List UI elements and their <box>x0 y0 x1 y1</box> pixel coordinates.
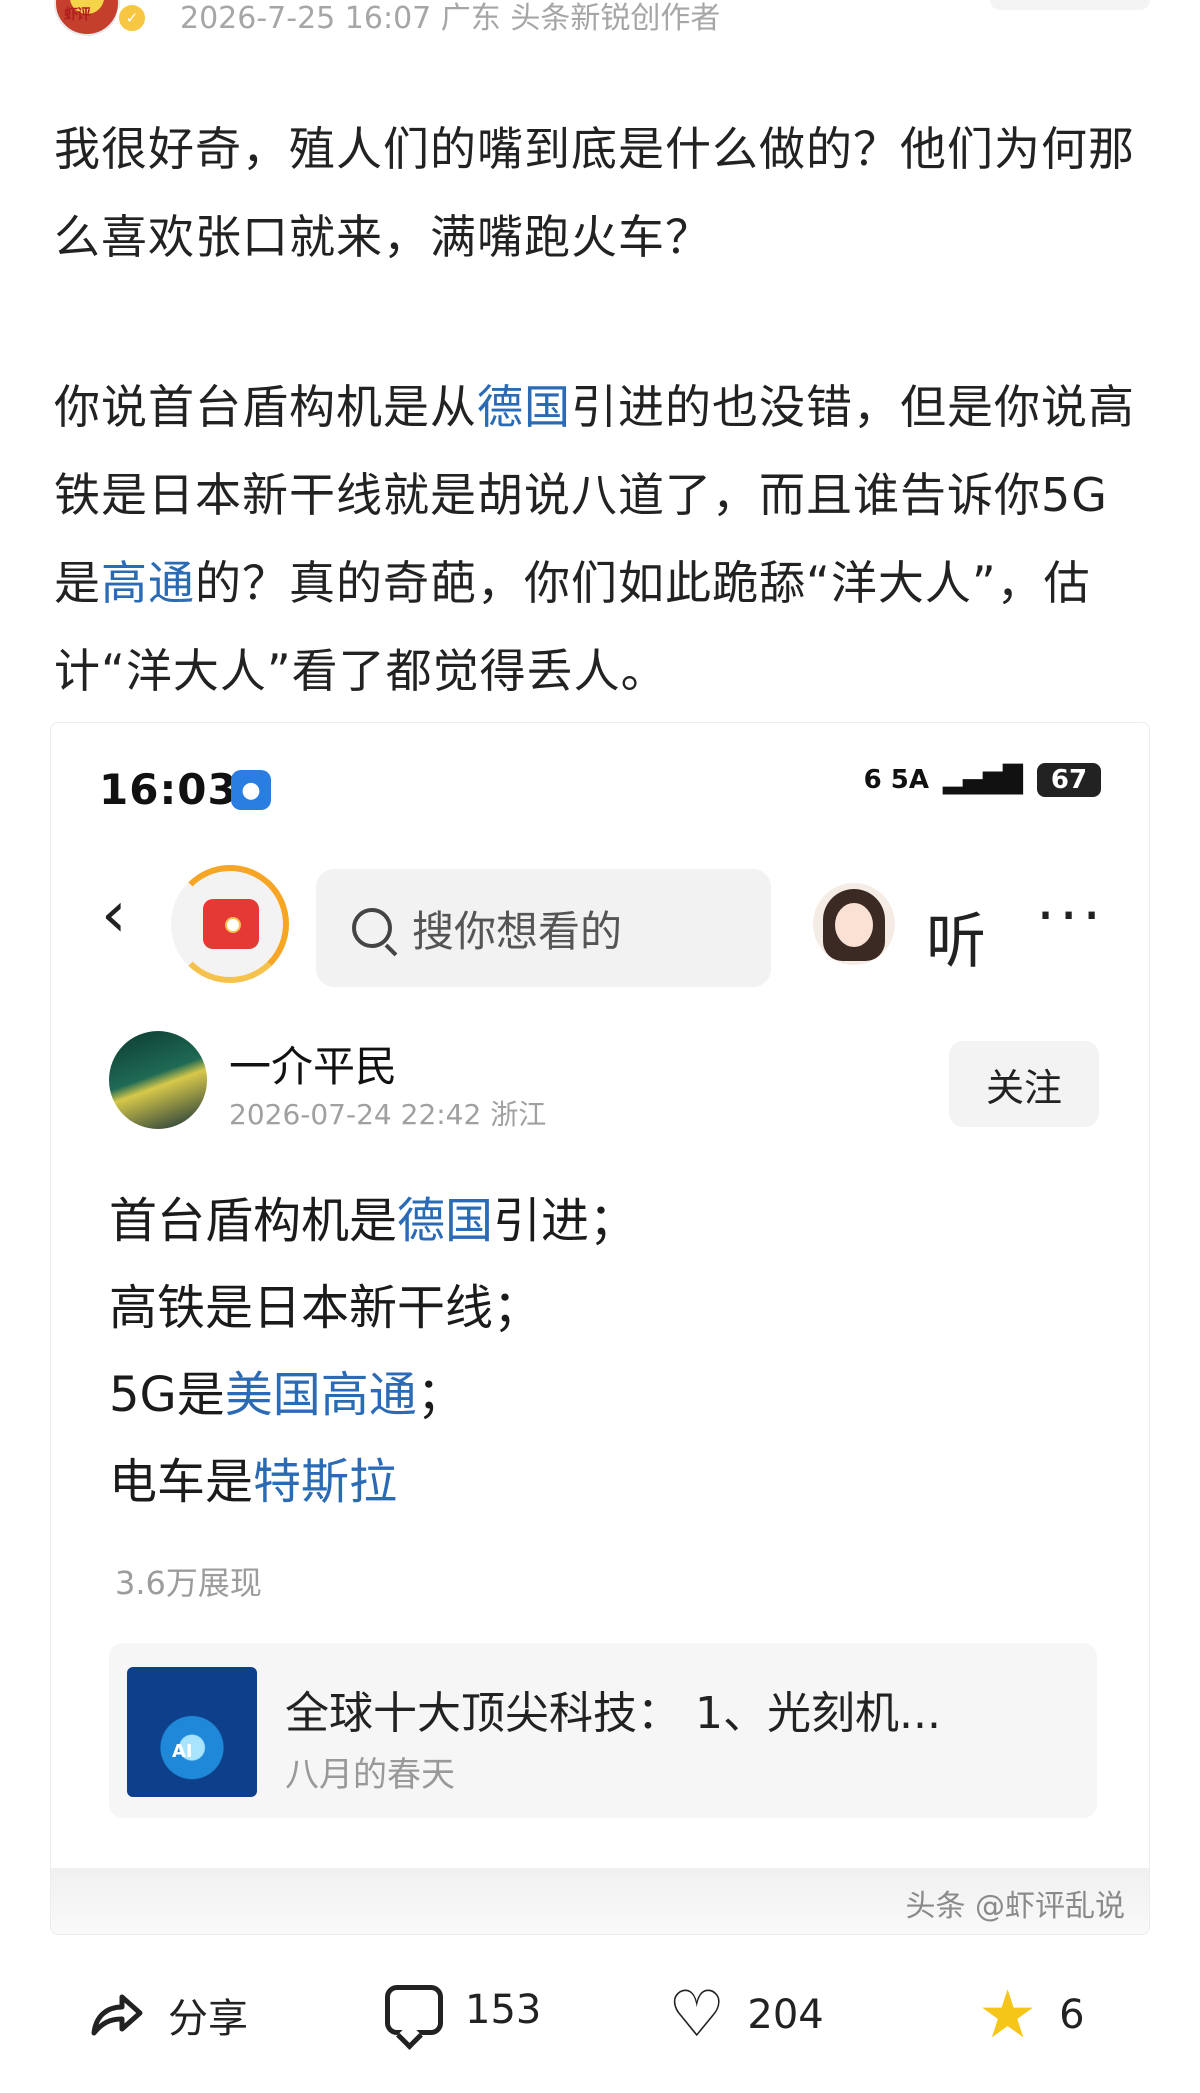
author-header: 一介平民 2026-07-24 22:42 浙江 关注 <box>109 1031 1109 1141</box>
status-time: 16:03 <box>99 765 238 814</box>
like-count: 204 <box>747 1992 824 2038</box>
app-notification-icon: ● <box>231 770 271 810</box>
watermark: 头条 @虾评乱说 <box>905 1889 1125 1924</box>
signal-bars-icon: ▂▄▆█ <box>943 765 1023 795</box>
bottom-action-bar: 分享 153 ♡ 204 ★ 6 <box>0 1976 1200 2065</box>
assistant-avatar-icon[interactable] <box>813 883 895 965</box>
thumbnail-label: AI <box>172 1741 193 1762</box>
star-icon: ★ <box>978 1976 1038 2053</box>
author-avatar[interactable]: 虾评 <box>54 0 120 36</box>
post-text: 首台盾构机是 <box>109 1193 398 1249</box>
recommended-author: 八月的春天 <box>285 1755 455 1795</box>
avatar-text: 虾评 <box>64 7 91 23</box>
comment-icon <box>385 1985 443 2035</box>
recommended-article-card[interactable]: AI 全球十大顶尖科技： 1、光刻机... 八月的春天 <box>109 1643 1097 1818</box>
post-text: 引进； <box>493 1193 638 1249</box>
heart-icon: ♡ <box>668 1978 726 2052</box>
share-icon <box>91 1994 143 2036</box>
signal-icon: 6 5A <box>863 765 930 795</box>
article-text: 的？真的奇葩，你们如此跪舔“洋大人”，估计“洋大人”看了都觉得丢人。 <box>54 556 1091 698</box>
keyword-link-germany[interactable]: 德国 <box>397 1193 493 1249</box>
search-icon <box>352 908 392 948</box>
favorite-button[interactable]: ★ 6 <box>978 1976 1085 2053</box>
article-paragraph-2: 你说首台盾构机是从德国引进的也没错，但是你说高铁是日本新干线就是胡说八道了，而且… <box>54 363 1154 715</box>
comment-count: 153 <box>465 1987 542 2033</box>
app-navbar: ‹ 搜你想看的 听 ··· <box>51 853 1149 987</box>
post-text: 5G是 <box>109 1367 225 1423</box>
author-avatar[interactable] <box>109 1031 207 1129</box>
post-text: 电车是 <box>109 1454 254 1510</box>
battery-icon: 67 <box>1037 763 1101 797</box>
favorite-count: 6 <box>1059 1992 1085 2038</box>
search-placeholder: 搜你想看的 <box>412 906 623 956</box>
follow-button[interactable]: 关注 <box>949 1041 1099 1127</box>
keyword-link-tesla[interactable]: 特斯拉 <box>253 1454 397 1510</box>
status-indicators: 6 5A ▂▄▆█ 67 <box>864 763 1101 797</box>
embedded-post-body: 首台盾构机是德国引进； 高铁是日本新干线； 5G是美国高通； 电车是特斯拉 <box>109 1178 637 1526</box>
share-button[interactable]: 分享 <box>86 1985 248 2045</box>
author-time: 2026-07-24 22:42 浙江 <box>229 1098 547 1131</box>
article-body: 我很好奇，殖人们的嘴到底是什么做的？他们为何那么喜欢张口就来，满嘴跑火车？ 你说… <box>54 105 1154 797</box>
share-label: 分享 <box>168 1996 248 2042</box>
recommended-title: 全球十大顶尖科技： 1、光刻机... <box>285 1688 941 1739</box>
search-input[interactable]: 搜你想看的 <box>316 869 771 987</box>
keyword-link-germany[interactable]: 德国 <box>477 380 571 434</box>
article-text: 你说首台盾构机是从 <box>54 380 477 434</box>
keyword-link-us-qualcomm[interactable]: 美国高通 <box>225 1367 417 1423</box>
view-count: 3.6万展现 <box>115 1564 262 1602</box>
post-line: 5G是美国高通； <box>109 1352 637 1439</box>
red-packet-icon[interactable] <box>171 865 289 983</box>
listen-button[interactable]: 听 <box>926 893 986 980</box>
comment-button[interactable]: 153 <box>385 1985 541 2035</box>
back-chevron-icon[interactable]: ‹ <box>101 883 127 947</box>
keyword-link-qualcomm[interactable]: 高通 <box>101 556 195 610</box>
post-line: 首台盾构机是德国引进； <box>109 1178 637 1265</box>
post-meta-row: 虾评 ✓ 2026-7-25 16:07 广东 头条新锐创作者 <box>0 0 1200 40</box>
author-name[interactable]: 一介平民 <box>229 1033 397 1094</box>
embedded-screenshot[interactable]: 16:03 ● 6 5A ▂▄▆█ 67 ‹ 搜你想看的 听 ··· 一介平民 … <box>50 722 1150 1935</box>
like-button[interactable]: ♡ 204 <box>668 1978 824 2052</box>
post-line: 电车是特斯拉 <box>109 1439 637 1526</box>
recommended-thumbnail: AI <box>127 1667 257 1797</box>
article-paragraph-1: 我很好奇，殖人们的嘴到底是什么做的？他们为何那么喜欢张口就来，满嘴跑火车？ <box>54 122 1135 264</box>
follow-pill[interactable] <box>990 0 1150 10</box>
post-line: 高铁是日本新干线； <box>109 1280 542 1336</box>
verified-badge-icon: ✓ <box>116 2 148 34</box>
post-meta-text: 2026-7-25 16:07 广东 头条新锐创作者 <box>180 1 721 36</box>
more-icon[interactable]: ··· <box>1036 881 1105 951</box>
post-text: ； <box>416 1367 465 1423</box>
